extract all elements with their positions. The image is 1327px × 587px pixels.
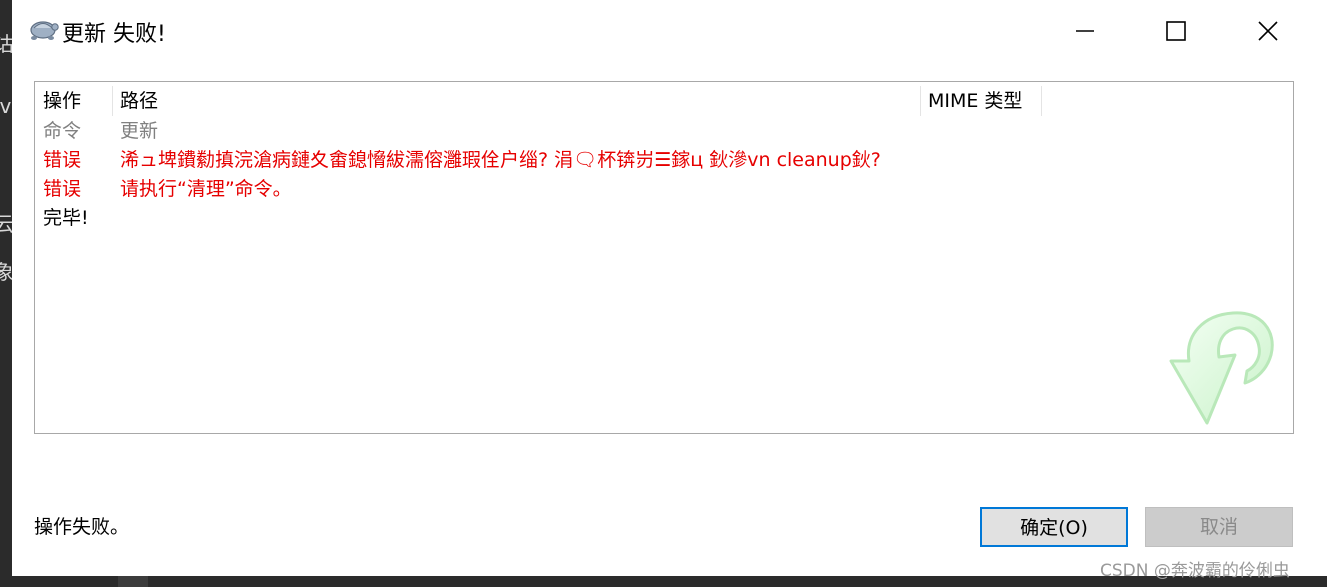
background-text: 云 (0, 212, 12, 236)
tortoise-app-icon (30, 21, 59, 40)
background-window-strip: 诂 iv 云 象 (0, 0, 12, 587)
status-message: 操作失败。 (34, 516, 130, 538)
list-row[interactable]: 命令 更新 (35, 117, 1293, 146)
list-row[interactable]: 错误 请执行“清理”命令。 (35, 175, 1293, 204)
close-icon (1258, 21, 1278, 41)
row-path: 更新 (120, 120, 159, 142)
background-text: iv (0, 94, 12, 118)
background-block (118, 576, 148, 587)
row-action: 完毕! (43, 207, 89, 229)
title-bar[interactable]: 更新 失败! (12, 0, 1327, 62)
column-header-path[interactable]: 路径 (113, 86, 921, 116)
column-header-mime[interactable]: MIME 类型 (921, 86, 1042, 116)
cancel-button[interactable]: 取消 (1145, 507, 1293, 547)
maximize-button[interactable] (1130, 0, 1222, 62)
minimize-icon (1076, 30, 1094, 32)
close-button[interactable] (1222, 0, 1314, 62)
update-arrow-icon (1169, 311, 1274, 425)
list-header: 操作 路径 MIME 类型 (35, 82, 1293, 116)
window-title: 更新 失败! (62, 22, 166, 47)
results-list[interactable]: 操作 路径 MIME 类型 命令 更新 错误 浠ュ埤鐨勬搷浣滄病鏈夊畬鎴愶紱濡傛… (34, 81, 1294, 434)
row-action: 错误 (43, 149, 82, 171)
minimize-button[interactable] (1039, 0, 1131, 62)
maximize-icon (1166, 21, 1186, 41)
watermark: CSDN @奔波霸的伶俐虫 (1100, 561, 1290, 581)
background-text: 象 (0, 260, 12, 284)
list-row[interactable]: 错误 浠ュ埤鐨勬搷浣滄病鏈夊畬鎴愶紱濡傛灉瑕佺户缁? 涓🗨杯锛岃☰鎵ц 鈥滲vn… (35, 146, 1293, 175)
column-header-action[interactable]: 操作 (36, 86, 113, 116)
background-text: 诂 (0, 32, 12, 56)
row-path: 请执行“清理”命令。 (120, 178, 292, 200)
ok-button[interactable]: 确定(O) (980, 507, 1128, 547)
row-action: 命令 (43, 120, 82, 142)
list-row[interactable]: 完毕! (35, 204, 1293, 233)
dialog-window: 更新 失败! 操作 路径 MIME 类型 命令 更新 错误 浠ュ埤鐨勬搷浣滄病鏈… (12, 0, 1327, 576)
row-path: 浠ュ埤鐨勬搷浣滄病鏈夊畬鎴愶紱濡傛灉瑕佺户缁? 涓🗨杯锛岃☰鎵ц 鈥滲vn cl… (120, 149, 881, 171)
row-action: 错误 (43, 178, 82, 200)
